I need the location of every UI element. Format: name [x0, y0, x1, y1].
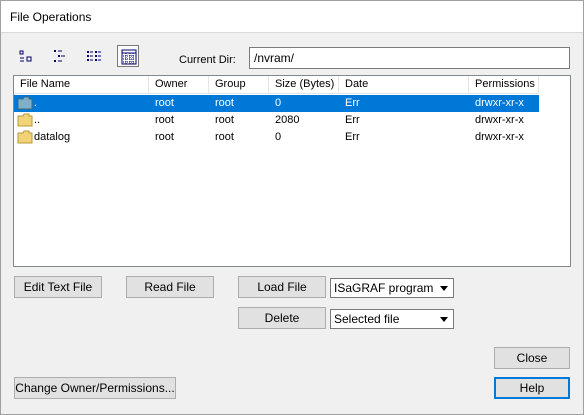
column-size[interactable]: Size (Bytes) — [269, 76, 339, 93]
file-name: . — [34, 97, 38, 109]
column-permissions[interactable]: Permissions — [469, 76, 539, 93]
column-owner[interactable]: Owner — [149, 76, 209, 93]
load-type-value: ISaGRAF program — [334, 281, 434, 295]
file-name: datalog — [34, 131, 71, 143]
file-date: Err — [345, 131, 360, 143]
file-owner: root — [155, 114, 174, 126]
table-row[interactable]: datalog root root 0 Err drwxr-xr-x — [14, 129, 539, 146]
folder-icon — [17, 96, 33, 110]
list-view-button[interactable] — [83, 45, 105, 67]
read-file-button[interactable]: Read File — [126, 276, 214, 298]
delete-scope-value: Selected file — [334, 312, 400, 326]
large-icons-icon — [19, 50, 32, 62]
small-icons-icon — [54, 50, 65, 62]
file-size: 0 — [275, 131, 282, 143]
title-divider — [1, 32, 583, 33]
chevron-down-icon[interactable] — [436, 311, 452, 327]
current-dir-field[interactable]: /nvram/ — [249, 47, 570, 69]
folder-icon — [17, 130, 33, 144]
title-bar: File Operations — [1, 1, 583, 32]
file-operations-dialog: File Operations Current Dir: /nvram/ Fil… — [0, 0, 584, 415]
file-size: 2080 — [275, 114, 300, 126]
current-dir-label: Current Dir: — [179, 54, 236, 66]
file-group: root — [215, 131, 234, 143]
folder-icon — [17, 113, 33, 127]
file-owner: root — [155, 131, 174, 143]
edit-text-file-button[interactable]: Edit Text File — [14, 276, 102, 298]
large-icons-view-button[interactable] — [15, 45, 37, 67]
load-type-select[interactable]: ISaGRAF program — [330, 278, 454, 298]
file-list-header: File Name Owner Group Size (Bytes) Date … — [14, 76, 539, 94]
column-file-name[interactable]: File Name — [14, 76, 149, 93]
file-owner: root — [155, 97, 174, 109]
file-date: Err — [345, 114, 360, 126]
details-view-button[interactable] — [117, 45, 139, 67]
file-permissions: drwxr-xr-x — [475, 114, 524, 126]
file-list[interactable]: File Name Owner Group Size (Bytes) Date … — [13, 75, 571, 267]
change-owner-permissions-button[interactable]: Change Owner/Permissions... — [14, 377, 176, 399]
file-group: root — [215, 97, 234, 109]
table-row[interactable]: . root root 0 Err drwxr-xr-x — [14, 95, 539, 112]
delete-button[interactable]: Delete — [238, 307, 326, 329]
load-file-button[interactable]: Load File — [238, 276, 326, 298]
file-size: 0 — [275, 97, 282, 109]
file-date: Err — [345, 97, 360, 109]
file-group: root — [215, 114, 234, 126]
chevron-down-icon[interactable] — [436, 280, 452, 296]
file-name: .. — [34, 114, 41, 126]
help-button[interactable]: Help — [494, 377, 570, 399]
small-icons-view-button[interactable] — [49, 45, 71, 67]
column-date[interactable]: Date — [339, 76, 469, 93]
details-icon — [121, 49, 137, 65]
table-row[interactable]: .. root root 2080 Err drwxr-xr-x — [14, 112, 539, 129]
list-icon — [87, 51, 101, 61]
file-permissions: drwxr-xr-x — [475, 97, 524, 109]
file-permissions: drwxr-xr-x — [475, 131, 524, 143]
column-group[interactable]: Group — [209, 76, 269, 93]
delete-scope-select[interactable]: Selected file — [330, 309, 454, 329]
dialog-title: File Operations — [10, 10, 92, 24]
close-button[interactable]: Close — [494, 347, 570, 369]
